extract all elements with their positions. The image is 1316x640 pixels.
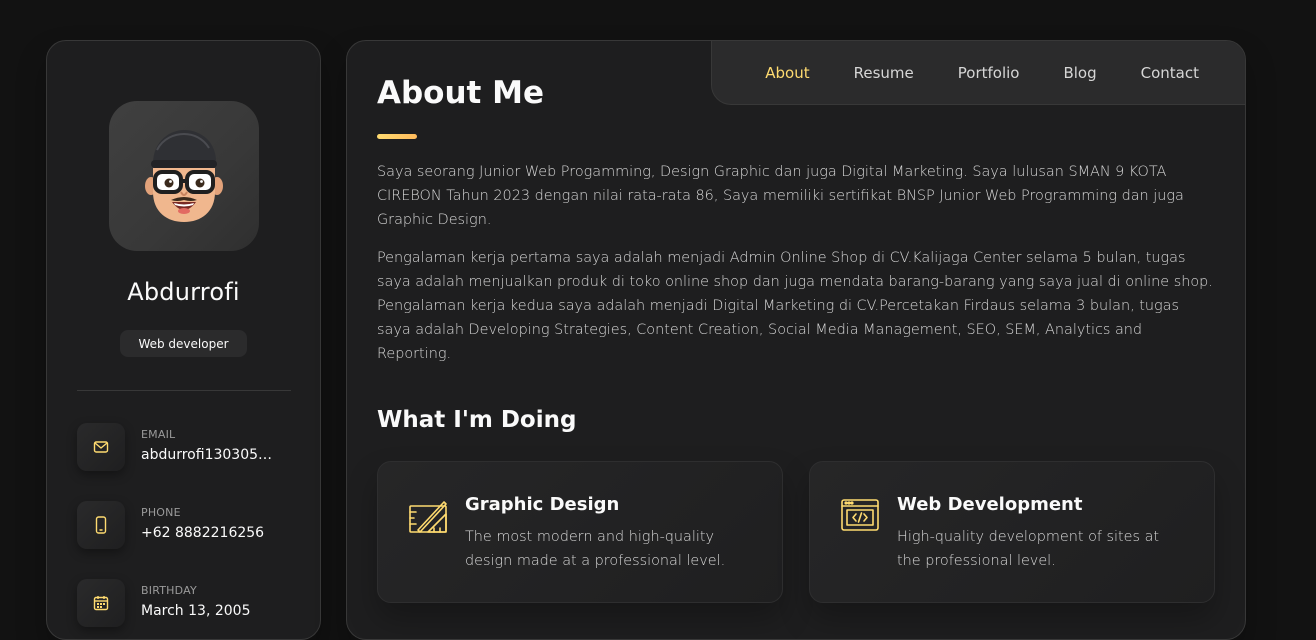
service-card-graphic-design: Graphic Design The most modern and high-…	[377, 461, 783, 603]
about-paragraph-1: Saya seorang Junior Web Progamming, Desi…	[377, 164, 1184, 228]
nav-link-blog[interactable]: Blog	[1063, 64, 1096, 82]
service-desc-graphic-design: The most modern and high-quality design …	[465, 529, 726, 569]
navbar: About Resume Portfolio Blog Contact	[711, 41, 1245, 105]
contact-item-email: Email abdurrofi130305@g...	[77, 423, 297, 471]
service-title-web-development: Web Development	[897, 494, 1083, 515]
contact-label-email: Email	[141, 428, 176, 441]
service-card-web-development: Web Development High-quality development…	[809, 461, 1215, 603]
contact-label-phone: Phone	[141, 506, 181, 519]
role-badge: Web developer	[120, 330, 247, 357]
service-desc-web-development: High-quality development of sites at the…	[897, 529, 1160, 569]
code-icon	[841, 499, 879, 531]
memoji-avatar-icon	[145, 130, 223, 222]
avatar	[109, 101, 259, 251]
sidebar: Abdurrofi Web developer Email abdurrofi1…	[46, 40, 321, 640]
main-content: About Resume Portfolio Blog Contact Abou…	[346, 40, 1246, 640]
nav-link-portfolio[interactable]: Portfolio	[958, 64, 1020, 82]
title-underline	[377, 134, 417, 139]
contact-value-email[interactable]: abdurrofi130305@g...	[141, 447, 286, 463]
services-title: What I'm Doing	[377, 407, 577, 433]
nav-link-about[interactable]: About	[765, 64, 809, 82]
phone-icon	[77, 501, 125, 549]
contact-value-birthday: March 13, 2005	[141, 603, 251, 619]
contact-item-phone: Phone +62 8882216256	[77, 501, 297, 549]
nav-link-contact[interactable]: Contact	[1141, 64, 1199, 82]
about-paragraph-2: Pengalaman kerja pertama saya adalah men…	[377, 250, 1213, 362]
nav-link-resume[interactable]: Resume	[854, 64, 914, 82]
contact-item-birthday: Birthday March 13, 2005	[77, 579, 297, 627]
service-title-graphic-design: Graphic Design	[465, 494, 620, 515]
mail-icon	[77, 423, 125, 471]
design-icon	[409, 501, 447, 533]
contact-value-phone[interactable]: +62 8882216256	[141, 525, 286, 541]
contact-label-birthday: Birthday	[141, 584, 197, 597]
calendar-icon	[77, 579, 125, 627]
profile-name: Abdurrofi	[127, 278, 240, 306]
page-title: About Me	[377, 75, 545, 111]
separator	[77, 390, 291, 391]
